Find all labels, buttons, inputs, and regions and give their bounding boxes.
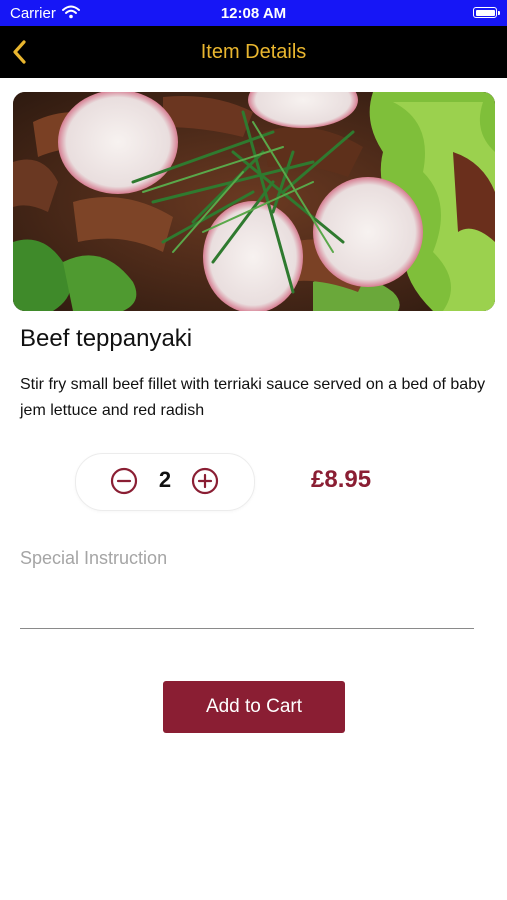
page-title: Item Details xyxy=(200,41,307,63)
item-name: Beef teppanyaki xyxy=(20,325,193,352)
navigation-bar: Item Details xyxy=(0,26,507,78)
add-to-cart-button[interactable]: Add to Cart xyxy=(163,681,345,733)
quantity-stepper: 2 xyxy=(75,453,255,511)
decrease-quantity-button[interactable] xyxy=(110,467,138,495)
status-bar: Carrier 12:08 AM xyxy=(0,0,507,26)
item-image xyxy=(13,92,495,311)
special-instruction-field[interactable] xyxy=(20,548,474,629)
minus-circle-icon xyxy=(110,467,138,495)
plus-circle-icon xyxy=(191,467,219,495)
increase-quantity-button[interactable] xyxy=(191,467,219,495)
item-description: Stir fry small beef fillet with terriaki… xyxy=(20,376,486,419)
quantity-value: 2 xyxy=(158,467,172,492)
battery-icon xyxy=(473,7,500,18)
clock: 12:08 AM xyxy=(220,5,287,22)
item-price: £8.95 xyxy=(311,466,372,493)
